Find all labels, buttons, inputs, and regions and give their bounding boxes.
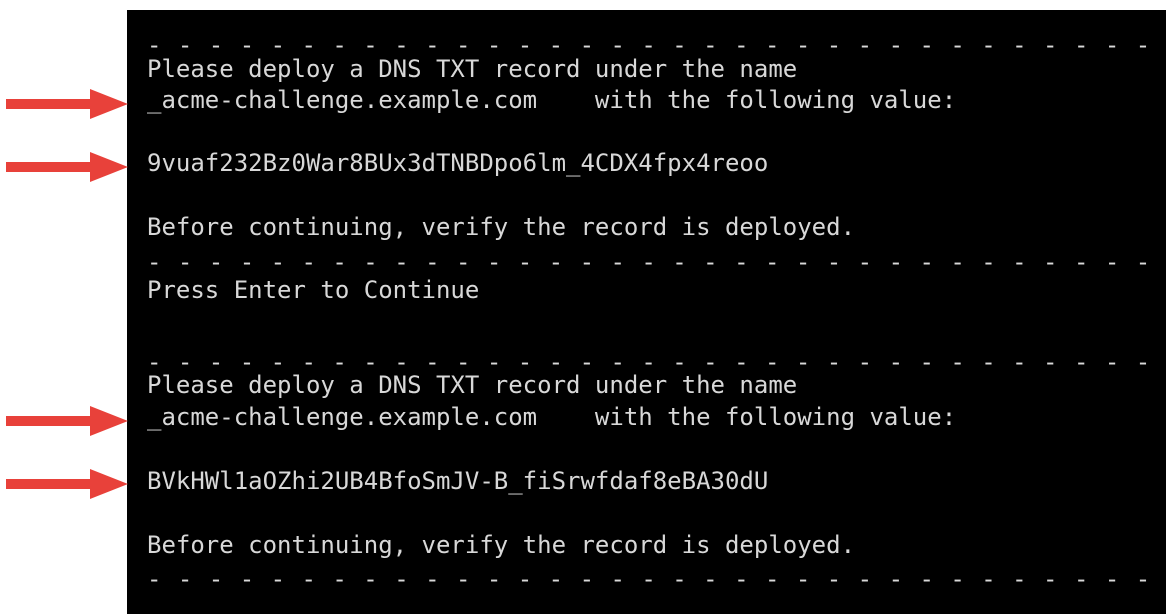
verify-text: Before continuing, verify the record is … — [147, 213, 856, 241]
txt-record-value: BVkHWl1aOZhi2UB4BfoSmJV-B_fiSrwfdaf8eBA3… — [147, 467, 769, 495]
instruction-text: Please deploy a DNS TXT record under the… — [147, 55, 798, 83]
terminal-window[interactable]: - - - - - - - - - - - - - - - - - - - - … — [127, 10, 1166, 614]
separator-line: - - - - - - - - - - - - - - - - - - - - … — [147, 565, 1152, 593]
txt-record-value: 9vuaf232Bz0War8BUx3dTNBDpo6lm_4CDX4fpx4r… — [147, 149, 769, 177]
instruction-text: Please deploy a DNS TXT record under the… — [147, 371, 798, 399]
prompt-text: Press Enter to Continue — [147, 276, 480, 304]
arrow-right-icon — [6, 406, 128, 436]
verify-text: Before continuing, verify the record is … — [147, 531, 856, 559]
separator-line: - - - - - - - - - - - - - - - - - - - - … — [147, 248, 1152, 276]
record-name-line: _acme-challenge.example.com with the fol… — [147, 86, 957, 114]
record-name-line: _acme-challenge.example.com with the fol… — [147, 403, 957, 431]
arrow-right-icon — [6, 469, 128, 499]
arrow-right-icon — [6, 152, 128, 182]
arrow-right-icon — [6, 89, 128, 119]
